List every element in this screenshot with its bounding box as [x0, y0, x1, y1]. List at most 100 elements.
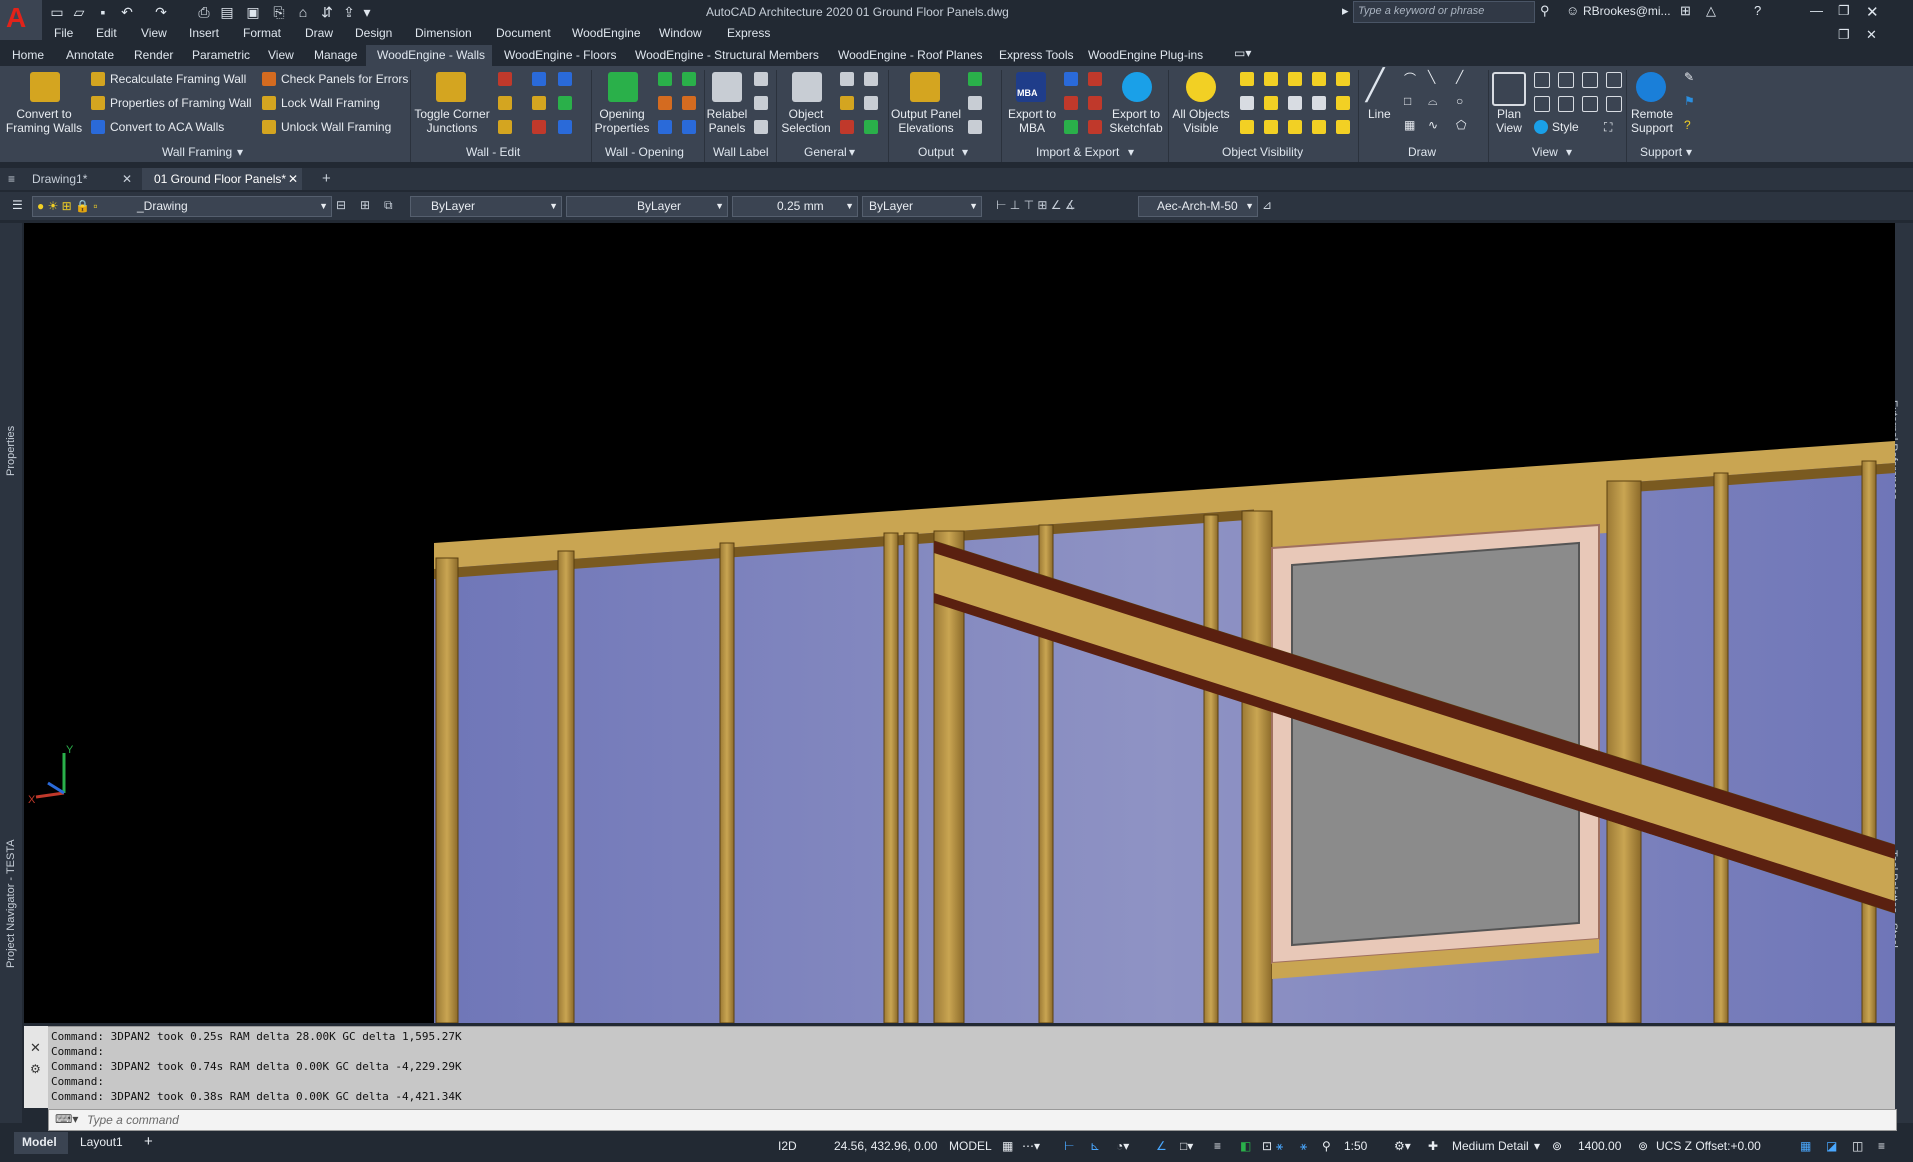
panel-dropdown-icon[interactable]: ▾	[1128, 145, 1134, 159]
menu-express[interactable]: Express	[727, 26, 770, 40]
command-input[interactable]: ⌨▾ Type a command	[48, 1109, 1897, 1131]
polar-icon[interactable]: ⊾	[1090, 1139, 1100, 1153]
publish-icon[interactable]: ⎘	[270, 3, 288, 21]
selection-cycling-icon[interactable]: ⊡	[1262, 1139, 1272, 1153]
object-selection-button[interactable]: Object Selection	[778, 107, 834, 135]
visibility-icon-13[interactable]	[1288, 120, 1302, 134]
model-viewport[interactable]: Y X	[24, 223, 1895, 1023]
view-cube-icon-5[interactable]	[1534, 96, 1550, 112]
export-to-mba-button[interactable]: Export to MBA	[1004, 107, 1060, 135]
wall-edit-icon-1[interactable]	[498, 72, 512, 86]
ribbon-options-icon[interactable]: ▭▾	[1234, 46, 1251, 60]
user-name[interactable]: RBrookes@mi...	[1583, 4, 1671, 18]
menu-dimension[interactable]: Dimension	[415, 26, 472, 40]
close-command-icon[interactable]: ✕	[30, 1040, 41, 1056]
layer-previous-icon[interactable]: ⧉	[384, 194, 393, 216]
general-icon-3[interactable]	[840, 96, 854, 110]
menu-format[interactable]: Format	[243, 26, 281, 40]
lineweight-icon[interactable]: ≡	[1214, 1139, 1221, 1153]
doc-tab-close-icon[interactable]: ✕	[122, 168, 132, 190]
visibility-icon-1[interactable]	[1240, 72, 1254, 86]
import-icon-4[interactable]	[1088, 96, 1102, 110]
redo-icon[interactable]: ↷	[152, 3, 170, 21]
cart-icon[interactable]: ⊞	[1680, 3, 1691, 19]
application-menu-button[interactable]: A	[0, 0, 42, 40]
properties-framing-wall-button[interactable]: Properties of Framing Wall	[110, 96, 252, 110]
help-icon[interactable]: ?	[1754, 3, 1761, 18]
convert-to-aca-walls-button[interactable]: Convert to ACA Walls	[110, 120, 224, 134]
open-file-icon[interactable]: ▱	[70, 3, 88, 21]
label-icon-2[interactable]	[754, 96, 768, 110]
wall-edit-icon-3[interactable]	[558, 72, 572, 86]
view-cube-icon-2[interactable]	[1558, 72, 1574, 88]
tab-woodengine-walls[interactable]: WoodEngine - Walls	[377, 48, 485, 62]
opening-properties-button[interactable]: Opening Properties	[590, 107, 654, 135]
label-icon-3[interactable]	[754, 120, 768, 134]
properties-palette-label[interactable]: Properties	[5, 426, 17, 476]
remote-support-button[interactable]: Remote Support	[1626, 107, 1678, 135]
tab-woodengine-roof[interactable]: WoodEngine - Roof Planes	[838, 48, 983, 62]
opening-icon-3[interactable]	[658, 96, 672, 110]
view-cube-icon-4[interactable]	[1606, 72, 1622, 88]
osnap-icon[interactable]: □▾	[1180, 1139, 1193, 1153]
wall-edit-icon-2[interactable]	[532, 72, 546, 86]
visibility-icon-10[interactable]	[1336, 96, 1350, 110]
linetype-dropdown[interactable]: ByLayer ▼	[566, 196, 728, 217]
view-cube-icon-6[interactable]	[1558, 96, 1574, 112]
general-icon-4[interactable]	[864, 96, 878, 110]
output-icon-3[interactable]	[968, 120, 982, 134]
clean-screen-icon[interactable]: ◫	[1852, 1139, 1863, 1153]
visibility-icon-3[interactable]	[1288, 72, 1302, 86]
menu-woodengine[interactable]: WoodEngine	[572, 26, 641, 40]
toggle-corner-junctions-button[interactable]: Toggle Corner Junctions	[412, 107, 492, 135]
tab-express-tools[interactable]: Express Tools	[999, 48, 1073, 62]
transparency-icon[interactable]: ◧	[1240, 1139, 1251, 1153]
import-icon-6[interactable]	[1088, 120, 1102, 134]
panel-dropdown-icon[interactable]: ▾	[962, 145, 968, 159]
detail-level[interactable]: Medium Detail	[1452, 1139, 1529, 1153]
check-panels-button[interactable]: Check Panels for Errors	[281, 72, 408, 86]
output-panel-elevations-button[interactable]: Output Panel Elevations	[890, 107, 962, 135]
workspace-gear-icon[interactable]: ⚙▾	[1394, 1139, 1411, 1153]
doc-tab-ground-floor[interactable]: 01 Ground Floor Panels*	[154, 168, 286, 190]
grid-icon[interactable]: ▦	[1002, 1139, 1013, 1153]
add-layout-icon[interactable]: +	[144, 1133, 153, 1150]
panel-dropdown-icon[interactable]: ▾	[237, 145, 243, 159]
minimize-icon[interactable]: —	[1810, 3, 1823, 18]
auto-scale-icon[interactable]: ⚹	[1300, 1139, 1307, 1154]
annotation-visibility-icon[interactable]: ⚹	[1276, 1139, 1283, 1154]
view-cube-icon-3[interactable]	[1582, 72, 1598, 88]
save-icon[interactable]: ▪	[94, 3, 112, 21]
new-tab-icon[interactable]: +	[322, 168, 331, 190]
layout-tab-model[interactable]: Model	[22, 1135, 57, 1149]
annotation-scale-value[interactable]: 1:50	[1344, 1139, 1367, 1153]
panel-dropdown-icon[interactable]: ▾	[1566, 145, 1572, 159]
workspace-icon[interactable]: ⌂	[294, 3, 312, 21]
plotstyle-dropdown[interactable]: ByLayer ▼	[862, 196, 982, 217]
ortho-icon[interactable]: ⊢	[1064, 1139, 1074, 1153]
dim-tools-icons[interactable]: ⊢ ⊥ ⊤ ⊞ ∠ ∡	[996, 194, 1076, 216]
view-cube-icon-7[interactable]	[1582, 96, 1598, 112]
tab-woodengine-structural[interactable]: WoodEngine - Structural Members	[635, 48, 819, 62]
menu-edit[interactable]: Edit	[96, 26, 117, 40]
polygon-icon[interactable]: ⬠	[1456, 118, 1466, 132]
circle-icon[interactable]: ○	[1456, 94, 1463, 108]
ray-icon[interactable]: ╲	[1428, 70, 1435, 84]
import-icon-1[interactable]	[1064, 72, 1078, 86]
hardware-accel-icon[interactable]: ▦	[1800, 1139, 1811, 1153]
project-navigator-label[interactable]: Project Navigator - TESTA	[5, 839, 17, 968]
visibility-icon-4[interactable]	[1312, 72, 1326, 86]
import-icon-3[interactable]	[1064, 96, 1078, 110]
wall-edit-icon-5[interactable]	[532, 96, 546, 110]
support-help-icon[interactable]: ?	[1684, 118, 1691, 132]
properties-icon[interactable]: ▤	[218, 3, 236, 21]
plot-icon[interactable]: ⎙	[195, 3, 213, 21]
tab-view[interactable]: View	[268, 48, 294, 62]
view-cube-icon-8[interactable]	[1606, 96, 1622, 112]
spline-icon[interactable]: ∿	[1428, 118, 1438, 132]
opening-icon-4[interactable]	[682, 96, 696, 110]
binoculars-icon[interactable]: ⚲	[1540, 3, 1550, 19]
all-objects-visible-button[interactable]: All Objects Visible	[1170, 107, 1232, 135]
visibility-icon-15[interactable]	[1336, 120, 1350, 134]
sync-icon[interactable]: ⇵	[318, 3, 336, 21]
